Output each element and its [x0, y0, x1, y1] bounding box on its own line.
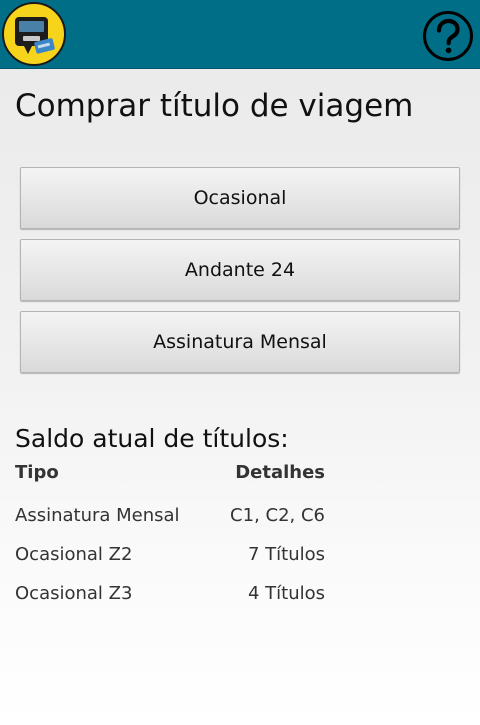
table-row: Ocasional Z3 4 Títulos — [15, 574, 325, 613]
purchase-options: Ocasional Andante 24 Assinatura Mensal — [20, 167, 460, 383]
andante-24-button[interactable]: Andante 24 — [20, 239, 460, 301]
app-bar — [0, 0, 480, 69]
balance-heading: Saldo atual de títulos: — [15, 424, 289, 453]
row-details: C1, C2, C6 — [230, 505, 325, 526]
table-row: Ocasional Z2 7 Títulos — [15, 535, 325, 574]
table-header-row: Tipo Detalhes — [15, 460, 325, 496]
row-type: Assinatura Mensal — [15, 505, 180, 526]
ticket-machine-icon[interactable] — [2, 2, 66, 66]
row-details: 7 Títulos — [247, 544, 325, 565]
ocasional-button[interactable]: Ocasional — [20, 167, 460, 229]
assinatura-mensal-button[interactable]: Assinatura Mensal — [20, 311, 460, 373]
column-header-details: Detalhes — [235, 461, 325, 483]
row-type: Ocasional Z2 — [15, 544, 133, 565]
table-row: Assinatura Mensal C1, C2, C6 — [15, 496, 325, 535]
help-question-icon[interactable] — [422, 10, 474, 62]
page-title: Comprar título de viagem — [15, 88, 414, 124]
balance-table: Tipo Detalhes Assinatura Mensal C1, C2, … — [15, 460, 325, 613]
column-header-type: Tipo — [15, 461, 59, 483]
row-type: Ocasional Z3 — [15, 583, 133, 604]
row-details: 4 Títulos — [247, 583, 325, 604]
